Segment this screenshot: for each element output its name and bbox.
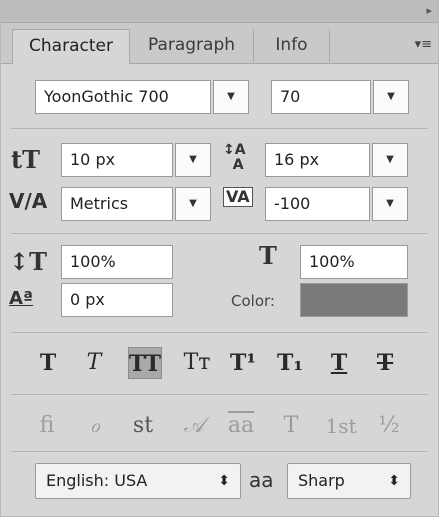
swash-button[interactable]: 𝒜 (176, 409, 212, 443)
underline-button[interactable]: T (322, 347, 356, 379)
ordinals-button[interactable]: 1st (317, 409, 365, 443)
tracking-dropdown[interactable]: ▼ (372, 187, 408, 221)
panel-menu-icon[interactable]: ▾≡ (415, 37, 432, 52)
faux-bold-button[interactable]: T (31, 347, 65, 379)
leading-icon: ↕A A (223, 142, 246, 173)
stylistic-alternates-button[interactable]: aa (223, 409, 259, 443)
font-style-dropdown[interactable]: ▼ (373, 80, 409, 114)
tracking-icon: VA (223, 187, 253, 207)
anti-aliasing-select[interactable]: Sharp ⬍ (287, 463, 411, 499)
chevron-down-icon: ▼ (386, 198, 394, 209)
font-family-field[interactable]: YoonGothic 700 (35, 80, 211, 114)
tracking-field[interactable]: -100 (265, 187, 370, 221)
discretionary-ligatures-button[interactable]: st (125, 409, 161, 443)
divider (11, 128, 428, 129)
chevron-down-icon: ▼ (227, 91, 235, 102)
standard-ligatures-button[interactable]: fi (29, 409, 65, 443)
kerning-icon: V/A (9, 189, 48, 213)
collapse-arrows-icon[interactable]: ▸ (426, 4, 432, 17)
superscript-button[interactable]: T¹ (226, 347, 260, 379)
kerning-field[interactable]: Metrics (61, 187, 173, 221)
divider (11, 451, 428, 452)
subscript-button[interactable]: T₁ (273, 347, 307, 379)
vertical-scale-field[interactable]: 100% (61, 245, 173, 279)
language-select[interactable]: English: USA ⬍ (35, 463, 241, 499)
vertical-scale-icon: ↕T (9, 247, 47, 276)
strikethrough-button[interactable]: T (368, 347, 402, 379)
horizontal-scale-icon: T (259, 241, 277, 270)
chevron-down-icon: ▼ (386, 154, 394, 165)
color-label: Color: (231, 292, 275, 310)
divider (11, 332, 428, 333)
tab-info[interactable]: Info (254, 29, 330, 62)
select-arrows-icon: ⬍ (218, 473, 230, 489)
baseline-shift-icon: Aª (9, 288, 34, 309)
all-caps-button[interactable]: TT (128, 347, 162, 379)
baseline-shift-field[interactable]: 0 px (61, 283, 173, 317)
font-style-field[interactable]: 70 (271, 80, 371, 114)
language-value: English: USA (46, 471, 148, 490)
font-size-dropdown[interactable]: ▼ (175, 143, 211, 177)
horizontal-scale-field[interactable]: 100% (300, 245, 408, 279)
panel-tabs: Character Paragraph Info ▾≡ (1, 23, 438, 64)
font-size-icon: tT (11, 145, 40, 174)
chevron-down-icon: ▼ (387, 91, 395, 102)
panel-titlebar: ▸ (1, 1, 438, 23)
anti-aliasing-value: Sharp (298, 471, 345, 490)
font-family-dropdown[interactable]: ▼ (213, 80, 249, 114)
divider (11, 394, 428, 395)
fractions-button[interactable]: ½ (371, 409, 407, 443)
tab-paragraph[interactable]: Paragraph (130, 29, 254, 62)
anti-aliasing-icon: aa (249, 468, 274, 492)
character-panel: ▸ Character Paragraph Info ▾≡ YoonGothic… (0, 0, 439, 517)
faux-italic-button[interactable]: T (77, 347, 111, 379)
small-caps-button[interactable]: Tт (180, 347, 214, 379)
chevron-down-icon: ▼ (189, 198, 197, 209)
leading-dropdown[interactable]: ▼ (372, 143, 408, 177)
chevron-down-icon: ▼ (189, 154, 197, 165)
leading-field[interactable]: 16 px (265, 143, 370, 177)
color-swatch[interactable] (300, 283, 408, 317)
font-size-field[interactable]: 10 px (61, 143, 173, 177)
kerning-dropdown[interactable]: ▼ (175, 187, 211, 221)
contextual-alternates-button[interactable]: ℴ (77, 409, 113, 443)
titling-alternates-button[interactable]: T (273, 409, 309, 443)
select-arrows-icon: ⬍ (388, 473, 400, 489)
divider (11, 233, 428, 234)
tab-character[interactable]: Character (12, 29, 130, 64)
